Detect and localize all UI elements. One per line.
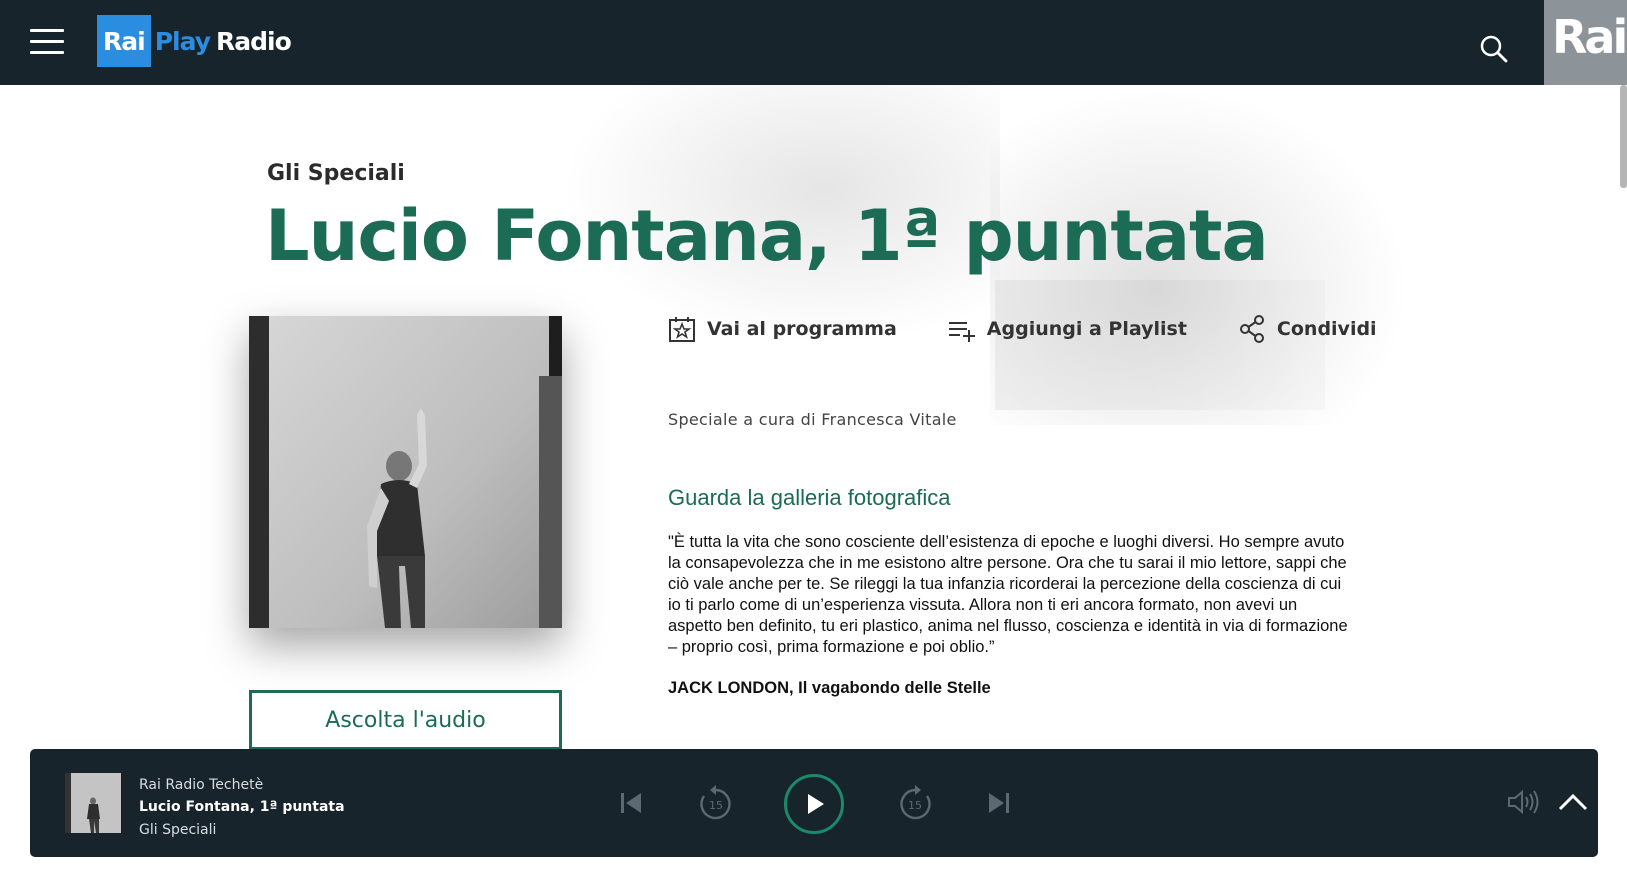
play-button[interactable] bbox=[784, 774, 844, 834]
share-label: Condividi bbox=[1276, 318, 1377, 340]
search-icon[interactable] bbox=[1478, 33, 1510, 65]
raiplay-radio-logo[interactable]: Rai Play Radio bbox=[97, 15, 292, 67]
go-to-program-label: Vai al programma bbox=[707, 318, 897, 340]
player-thumbnail[interactable] bbox=[65, 773, 123, 833]
playlist-add-icon bbox=[947, 314, 977, 344]
curator-text: Speciale a cura di Francesca Vitale bbox=[668, 410, 957, 429]
logo-radio-text: Radio bbox=[216, 26, 292, 56]
rewind-seconds: 15 bbox=[709, 799, 723, 812]
quote-author: JACK LONDON, Il vagabondo delle Stelle bbox=[668, 679, 991, 697]
expand-up-icon[interactable] bbox=[1555, 785, 1591, 819]
program-star-icon bbox=[667, 314, 697, 344]
quote-text: "È tutta la vita che sono cosciente dell… bbox=[668, 533, 1348, 656]
program-name[interactable]: Gli Speciali bbox=[267, 161, 405, 186]
logo-play-text: Play bbox=[154, 26, 211, 56]
page-scrollbar[interactable] bbox=[1620, 85, 1627, 188]
skip-previous-icon[interactable] bbox=[615, 787, 647, 819]
forward-seconds: 15 bbox=[908, 799, 922, 812]
rewind-15-icon[interactable]: 15 bbox=[695, 782, 737, 824]
player-track-title: Lucio Fontana, 1ª puntata bbox=[139, 799, 345, 815]
audio-player-bar: Rai Radio Techetè Lucio Fontana, 1ª punt… bbox=[30, 749, 1598, 857]
player-channel-name: Rai Radio Techetè bbox=[139, 777, 264, 793]
add-to-playlist-button[interactable]: Aggiungi a Playlist bbox=[947, 314, 1187, 344]
play-icon bbox=[808, 794, 824, 814]
share-icon bbox=[1237, 314, 1267, 344]
rai-corner-text: Rai bbox=[1552, 10, 1627, 64]
top-header: Rai Play Radio Rai bbox=[0, 0, 1627, 85]
background-shade bbox=[995, 280, 1325, 410]
episode-cover-image bbox=[249, 316, 562, 628]
share-button[interactable]: Condividi bbox=[1237, 314, 1377, 344]
page-title: Lucio Fontana, 1ª puntata bbox=[265, 195, 1269, 277]
forward-15-icon[interactable]: 15 bbox=[894, 782, 936, 824]
listen-audio-button[interactable]: Ascolta l'audio bbox=[249, 690, 562, 750]
rai-brand-corner[interactable]: Rai bbox=[1544, 0, 1627, 85]
volume-icon[interactable] bbox=[1505, 785, 1543, 819]
logo-rai-text: Rai bbox=[97, 15, 151, 67]
hamburger-menu-icon[interactable] bbox=[30, 26, 64, 56]
skip-next-icon[interactable] bbox=[983, 787, 1015, 819]
add-to-playlist-label: Aggiungi a Playlist bbox=[986, 318, 1187, 340]
episode-actions: Vai al programma Aggiungi a Playlist Con… bbox=[667, 314, 1427, 344]
photo-gallery-link[interactable]: Guarda la galleria fotografica bbox=[668, 485, 951, 511]
go-to-program-button[interactable]: Vai al programma bbox=[667, 314, 897, 344]
player-program-name: Gli Speciali bbox=[139, 822, 217, 838]
